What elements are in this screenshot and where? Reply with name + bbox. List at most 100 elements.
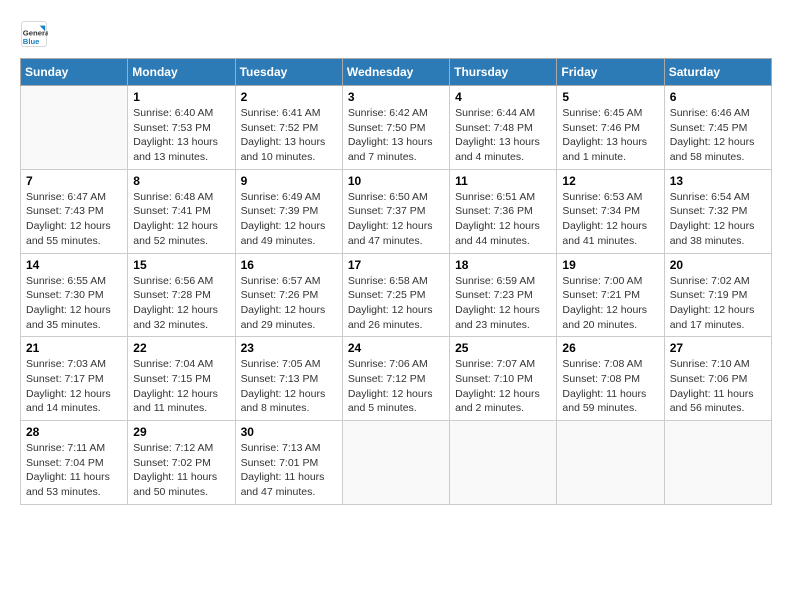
day-info: Sunrise: 7:10 AM Sunset: 7:06 PM Dayligh…: [670, 357, 766, 416]
calendar-cell: 23Sunrise: 7:05 AM Sunset: 7:13 PM Dayli…: [235, 337, 342, 421]
day-info: Sunrise: 6:48 AM Sunset: 7:41 PM Dayligh…: [133, 190, 229, 249]
day-number: 1: [133, 90, 229, 104]
day-info: Sunrise: 6:54 AM Sunset: 7:32 PM Dayligh…: [670, 190, 766, 249]
day-info: Sunrise: 6:40 AM Sunset: 7:53 PM Dayligh…: [133, 106, 229, 165]
day-info: Sunrise: 7:06 AM Sunset: 7:12 PM Dayligh…: [348, 357, 444, 416]
day-number: 14: [26, 258, 122, 272]
day-info: Sunrise: 7:07 AM Sunset: 7:10 PM Dayligh…: [455, 357, 551, 416]
day-info: Sunrise: 6:41 AM Sunset: 7:52 PM Dayligh…: [241, 106, 337, 165]
week-row-1: 1 Sunrise: 6:40 AM Sunset: 7:53 PM Daylig…: [21, 86, 772, 170]
day-info: Sunrise: 6:45 AM Sunset: 7:46 PM Dayligh…: [562, 106, 658, 165]
day-number: 13: [670, 174, 766, 188]
calendar-cell: 12 Sunrise: 6:53 AM Sunset: 7:34 PM Dayli…: [557, 169, 664, 253]
week-row-5: 28 Sunrise: 7:11 AM Sunset: 7:04 PM Dayli…: [21, 421, 772, 505]
column-header-wednesday: Wednesday: [342, 59, 449, 86]
calendar-cell: 30 Sunrise: 7:13 AM Sunset: 7:01 PM Dayli…: [235, 421, 342, 505]
day-number: 9: [241, 174, 337, 188]
calendar-cell: 2Sunrise: 6:41 AM Sunset: 7:52 PM Daylig…: [235, 86, 342, 170]
day-number: 11: [455, 174, 551, 188]
week-row-3: 14 Sunrise: 6:55 AM Sunset: 7:30 PM Dayli…: [21, 253, 772, 337]
calendar-cell: [450, 421, 557, 505]
day-number: 20: [670, 258, 766, 272]
day-info: Sunrise: 6:47 AM Sunset: 7:43 PM Dayligh…: [26, 190, 122, 249]
calendar-cell: 7 Sunrise: 6:47 AM Sunset: 7:43 PM Daylig…: [21, 169, 128, 253]
logo: General Blue: [20, 20, 52, 48]
calendar-cell: 21 Sunrise: 7:03 AM Sunset: 7:17 PM Dayli…: [21, 337, 128, 421]
day-number: 27: [670, 341, 766, 355]
calendar-cell: 19Sunrise: 7:00 AM Sunset: 7:21 PM Dayli…: [557, 253, 664, 337]
day-number: 26: [562, 341, 658, 355]
day-info: Sunrise: 7:13 AM Sunset: 7:01 PM Dayligh…: [241, 441, 337, 500]
week-row-2: 7 Sunrise: 6:47 AM Sunset: 7:43 PM Daylig…: [21, 169, 772, 253]
day-info: Sunrise: 6:46 AM Sunset: 7:45 PM Dayligh…: [670, 106, 766, 165]
day-info: Sunrise: 7:04 AM Sunset: 7:15 PM Dayligh…: [133, 357, 229, 416]
calendar-cell: [664, 421, 771, 505]
day-info: Sunrise: 6:50 AM Sunset: 7:37 PM Dayligh…: [348, 190, 444, 249]
calendar-cell: 29Sunrise: 7:12 AM Sunset: 7:02 PM Dayli…: [128, 421, 235, 505]
calendar-cell: 22 Sunrise: 7:04 AM Sunset: 7:15 PM Dayli…: [128, 337, 235, 421]
day-info: Sunrise: 7:12 AM Sunset: 7:02 PM Dayligh…: [133, 441, 229, 500]
day-number: 3: [348, 90, 444, 104]
column-header-friday: Friday: [557, 59, 664, 86]
day-number: 30: [241, 425, 337, 439]
day-info: Sunrise: 7:03 AM Sunset: 7:17 PM Dayligh…: [26, 357, 122, 416]
calendar-table: SundayMondayTuesdayWednesdayThursdayFrid…: [20, 58, 772, 505]
day-info: Sunrise: 7:11 AM Sunset: 7:04 PM Dayligh…: [26, 441, 122, 500]
calendar-cell: 20 Sunrise: 7:02 AM Sunset: 7:19 PM Dayli…: [664, 253, 771, 337]
day-number: 4: [455, 90, 551, 104]
calendar-cell: 27 Sunrise: 7:10 AM Sunset: 7:06 PM Dayli…: [664, 337, 771, 421]
calendar-cell: 18 Sunrise: 6:59 AM Sunset: 7:23 PM Dayli…: [450, 253, 557, 337]
day-info: Sunrise: 6:57 AM Sunset: 7:26 PM Dayligh…: [241, 274, 337, 333]
logo-icon: General Blue: [20, 20, 48, 48]
day-info: Sunrise: 6:55 AM Sunset: 7:30 PM Dayligh…: [26, 274, 122, 333]
day-number: 8: [133, 174, 229, 188]
day-info: Sunrise: 7:08 AM Sunset: 7:08 PM Dayligh…: [562, 357, 658, 416]
day-info: Sunrise: 7:00 AM Sunset: 7:21 PM Dayligh…: [562, 274, 658, 333]
day-info: Sunrise: 6:56 AM Sunset: 7:28 PM Dayligh…: [133, 274, 229, 333]
column-header-tuesday: Tuesday: [235, 59, 342, 86]
calendar-cell: 14 Sunrise: 6:55 AM Sunset: 7:30 PM Dayli…: [21, 253, 128, 337]
column-header-thursday: Thursday: [450, 59, 557, 86]
calendar-cell: [557, 421, 664, 505]
day-info: Sunrise: 6:44 AM Sunset: 7:48 PM Dayligh…: [455, 106, 551, 165]
column-header-sunday: Sunday: [21, 59, 128, 86]
day-number: 16: [241, 258, 337, 272]
column-header-saturday: Saturday: [664, 59, 771, 86]
day-number: 10: [348, 174, 444, 188]
calendar-cell: 26 Sunrise: 7:08 AM Sunset: 7:08 PM Dayli…: [557, 337, 664, 421]
day-info: Sunrise: 6:53 AM Sunset: 7:34 PM Dayligh…: [562, 190, 658, 249]
day-number: 5: [562, 90, 658, 104]
calendar-cell: 6 Sunrise: 6:46 AM Sunset: 7:45 PM Daylig…: [664, 86, 771, 170]
svg-text:Blue: Blue: [23, 37, 40, 46]
calendar-cell: [342, 421, 449, 505]
calendar-cell: 17Sunrise: 6:58 AM Sunset: 7:25 PM Dayli…: [342, 253, 449, 337]
page-header: General Blue: [20, 20, 772, 48]
calendar-cell: 25 Sunrise: 7:07 AM Sunset: 7:10 PM Dayli…: [450, 337, 557, 421]
day-number: 17: [348, 258, 444, 272]
day-number: 25: [455, 341, 551, 355]
day-info: Sunrise: 6:59 AM Sunset: 7:23 PM Dayligh…: [455, 274, 551, 333]
day-number: 18: [455, 258, 551, 272]
calendar-cell: 8 Sunrise: 6:48 AM Sunset: 7:41 PM Daylig…: [128, 169, 235, 253]
day-number: 6: [670, 90, 766, 104]
calendar-cell: 9Sunrise: 6:49 AM Sunset: 7:39 PM Daylig…: [235, 169, 342, 253]
week-row-4: 21 Sunrise: 7:03 AM Sunset: 7:17 PM Dayli…: [21, 337, 772, 421]
calendar-header-row: SundayMondayTuesdayWednesdayThursdayFrid…: [21, 59, 772, 86]
calendar-cell: 1 Sunrise: 6:40 AM Sunset: 7:53 PM Daylig…: [128, 86, 235, 170]
day-number: 21: [26, 341, 122, 355]
day-number: 22: [133, 341, 229, 355]
day-number: 12: [562, 174, 658, 188]
day-info: Sunrise: 7:02 AM Sunset: 7:19 PM Dayligh…: [670, 274, 766, 333]
calendar-cell: 16 Sunrise: 6:57 AM Sunset: 7:26 PM Dayli…: [235, 253, 342, 337]
calendar-cell: 4 Sunrise: 6:44 AM Sunset: 7:48 PM Daylig…: [450, 86, 557, 170]
day-number: 28: [26, 425, 122, 439]
day-number: 15: [133, 258, 229, 272]
column-header-monday: Monday: [128, 59, 235, 86]
day-number: 7: [26, 174, 122, 188]
calendar-cell: [21, 86, 128, 170]
calendar-cell: 10 Sunrise: 6:50 AM Sunset: 7:37 PM Dayli…: [342, 169, 449, 253]
day-number: 24: [348, 341, 444, 355]
calendar-cell: 13 Sunrise: 6:54 AM Sunset: 7:32 PM Dayli…: [664, 169, 771, 253]
day-info: Sunrise: 6:42 AM Sunset: 7:50 PM Dayligh…: [348, 106, 444, 165]
day-info: Sunrise: 7:05 AM Sunset: 7:13 PM Dayligh…: [241, 357, 337, 416]
